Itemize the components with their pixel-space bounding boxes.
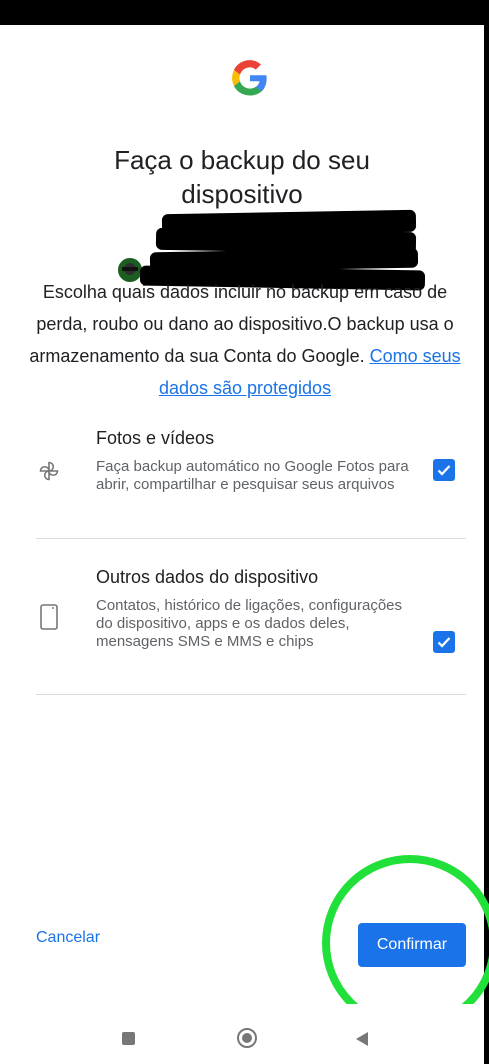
google-logo-icon	[232, 60, 267, 96]
option-description: Faça backup automático no Google Fotos p…	[96, 458, 409, 493]
option-description: Contatos, histórico de ligações, configu…	[96, 597, 403, 650]
photos-checkbox[interactable]	[433, 459, 455, 481]
checkmark-icon	[437, 465, 451, 476]
option-title: Fotos e vídeos	[96, 428, 215, 448]
divider	[36, 694, 466, 695]
home-button[interactable]	[237, 1028, 257, 1048]
page-title: Faça o backup do seu dispositivo	[114, 145, 370, 209]
confirm-button[interactable]: Confirmar	[358, 923, 466, 967]
device-data-checkbox[interactable]	[433, 631, 455, 653]
divider	[36, 538, 466, 539]
pinwheel-icon	[39, 461, 59, 481]
checkmark-icon	[437, 637, 451, 648]
backup-screen: Faça o backup do seu dispositivo Escolha…	[0, 25, 489, 1064]
back-button[interactable]	[356, 1032, 368, 1046]
cancel-button[interactable]: Cancelar	[36, 929, 100, 947]
system-nav-bar	[0, 1004, 484, 1064]
option-title: Outros dados do dispositivo	[96, 567, 319, 587]
phone-icon	[40, 604, 58, 630]
backup-description: Escolha quais dados incluir no backup em…	[18, 276, 472, 404]
